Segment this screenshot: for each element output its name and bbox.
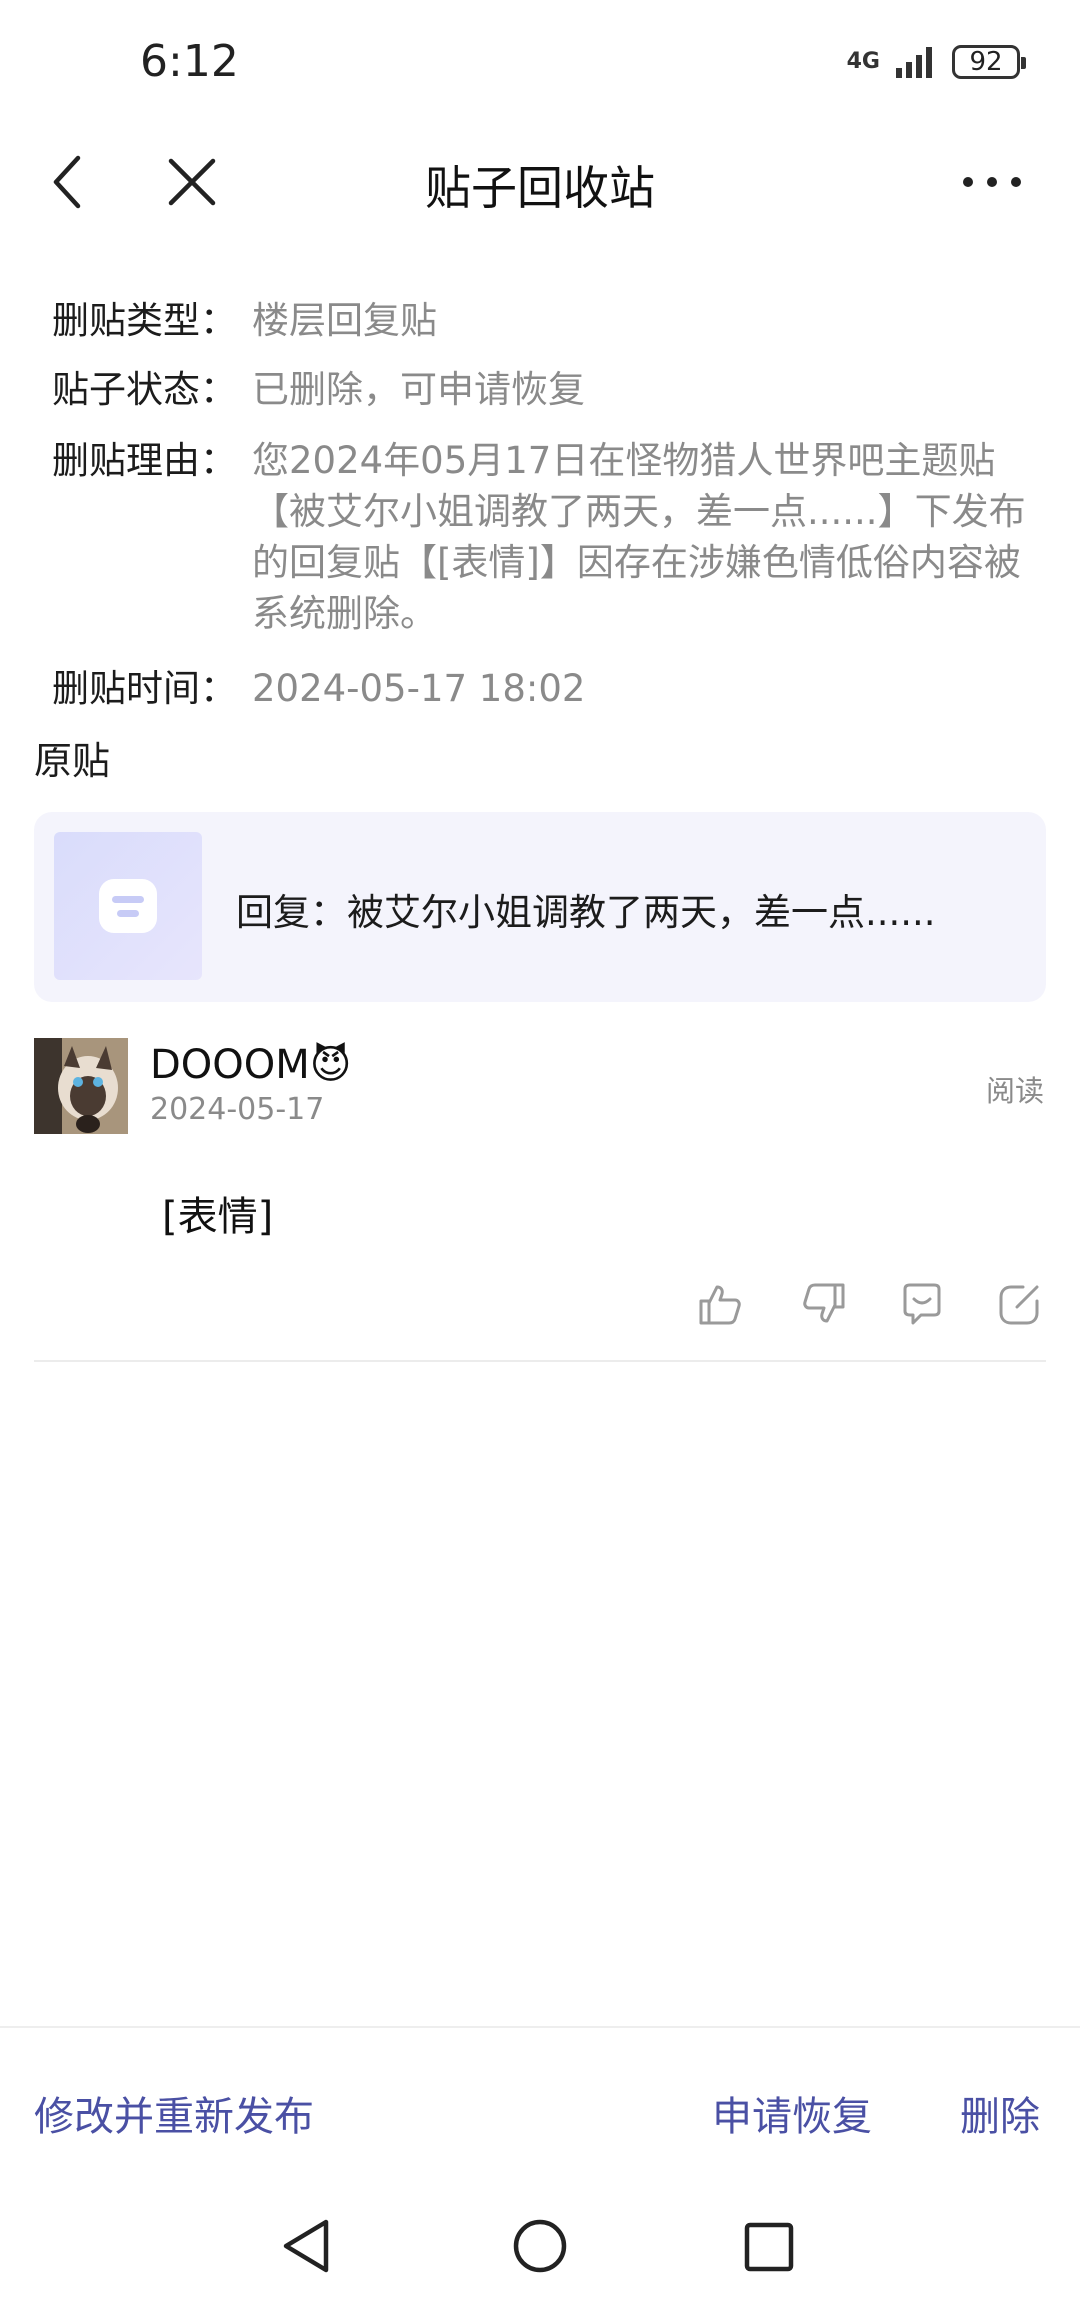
original-post-text: 回复：被艾尔小姐调教了两天，差一点...... — [236, 891, 936, 934]
system-home-button[interactable] — [512, 2218, 568, 2278]
dislike-button[interactable] — [796, 1274, 852, 1334]
info-row-post-status: 贴子状态： 已删除，可申请恢复 — [52, 364, 1034, 415]
username[interactable]: DOOOM😈 — [150, 1042, 351, 1088]
like-button[interactable] — [692, 1274, 748, 1334]
info-label: 删贴时间： — [52, 667, 237, 710]
info-label: 删贴理由： — [52, 439, 237, 482]
post-thumbnail — [54, 832, 202, 980]
status-time: 6:12 — [140, 36, 239, 87]
info-value: 楼层回复贴 — [252, 299, 437, 342]
more-icon — [963, 177, 1021, 187]
thumbs-down-icon — [803, 1283, 845, 1323]
system-back-button[interactable] — [280, 2218, 332, 2278]
triangle-back-icon — [283, 2219, 329, 2273]
document-icon — [99, 879, 157, 933]
network-type: 4G — [846, 49, 880, 74]
comment-button[interactable] — [894, 1274, 950, 1334]
delete-button[interactable]: 删除 — [960, 2084, 1040, 2142]
status-indicators: 4G 92 — [846, 44, 1026, 80]
square-recents-icon — [744, 2222, 794, 2272]
info-label: 贴子状态： — [52, 368, 237, 411]
request-restore-button[interactable]: 申请恢复 — [712, 2084, 872, 2142]
post-content: [表情] — [162, 1194, 274, 1240]
page-title: 贴子回收站 — [425, 161, 655, 215]
original-post-card[interactable]: 回复：被艾尔小姐调教了两天，差一点...... — [34, 812, 1046, 1002]
original-post-title: 原贴 — [34, 739, 111, 783]
divider — [34, 1360, 1046, 1362]
battery-icon: 92 — [952, 45, 1026, 79]
avatar[interactable] — [34, 1038, 128, 1134]
circle-home-icon — [513, 2219, 567, 2273]
info-value: 2024-05-17 18:02 — [252, 667, 586, 710]
info-value: 您2024年05月17日在怪物猎人世界吧主题贴【被艾尔小姐调教了两天，差一点..… — [252, 439, 1026, 635]
info-label: 删贴类型： — [52, 299, 237, 342]
info-value: 已删除，可申请恢复 — [252, 368, 585, 411]
comment-icon — [903, 1283, 941, 1325]
info-row-delete-time: 删贴时间： 2024-05-17 18:02 — [52, 663, 1034, 714]
system-recents-button[interactable] — [744, 2222, 794, 2276]
bottom-bar-divider — [0, 2026, 1080, 2028]
edit-republish-button[interactable]: 修改并重新发布 — [34, 2084, 314, 2142]
info-row-delete-type: 删贴类型： 楼层回复贴 — [52, 295, 1034, 346]
edit-icon — [999, 1285, 1039, 1325]
cat-avatar-icon — [34, 1038, 128, 1134]
post-date: 2024-05-17 — [150, 1092, 325, 1127]
signal-icon — [896, 47, 932, 78]
edit-button[interactable] — [992, 1274, 1048, 1334]
read-label: 阅读 — [985, 1074, 1044, 1108]
thumbs-up-icon — [699, 1285, 741, 1325]
battery-level: 92 — [969, 47, 1003, 77]
more-button[interactable] — [952, 142, 1032, 222]
info-row-delete-reason: 删贴理由： 您2024年05月17日在怪物猎人世界吧主题贴【被艾尔小姐调教了两天… — [52, 435, 1034, 639]
